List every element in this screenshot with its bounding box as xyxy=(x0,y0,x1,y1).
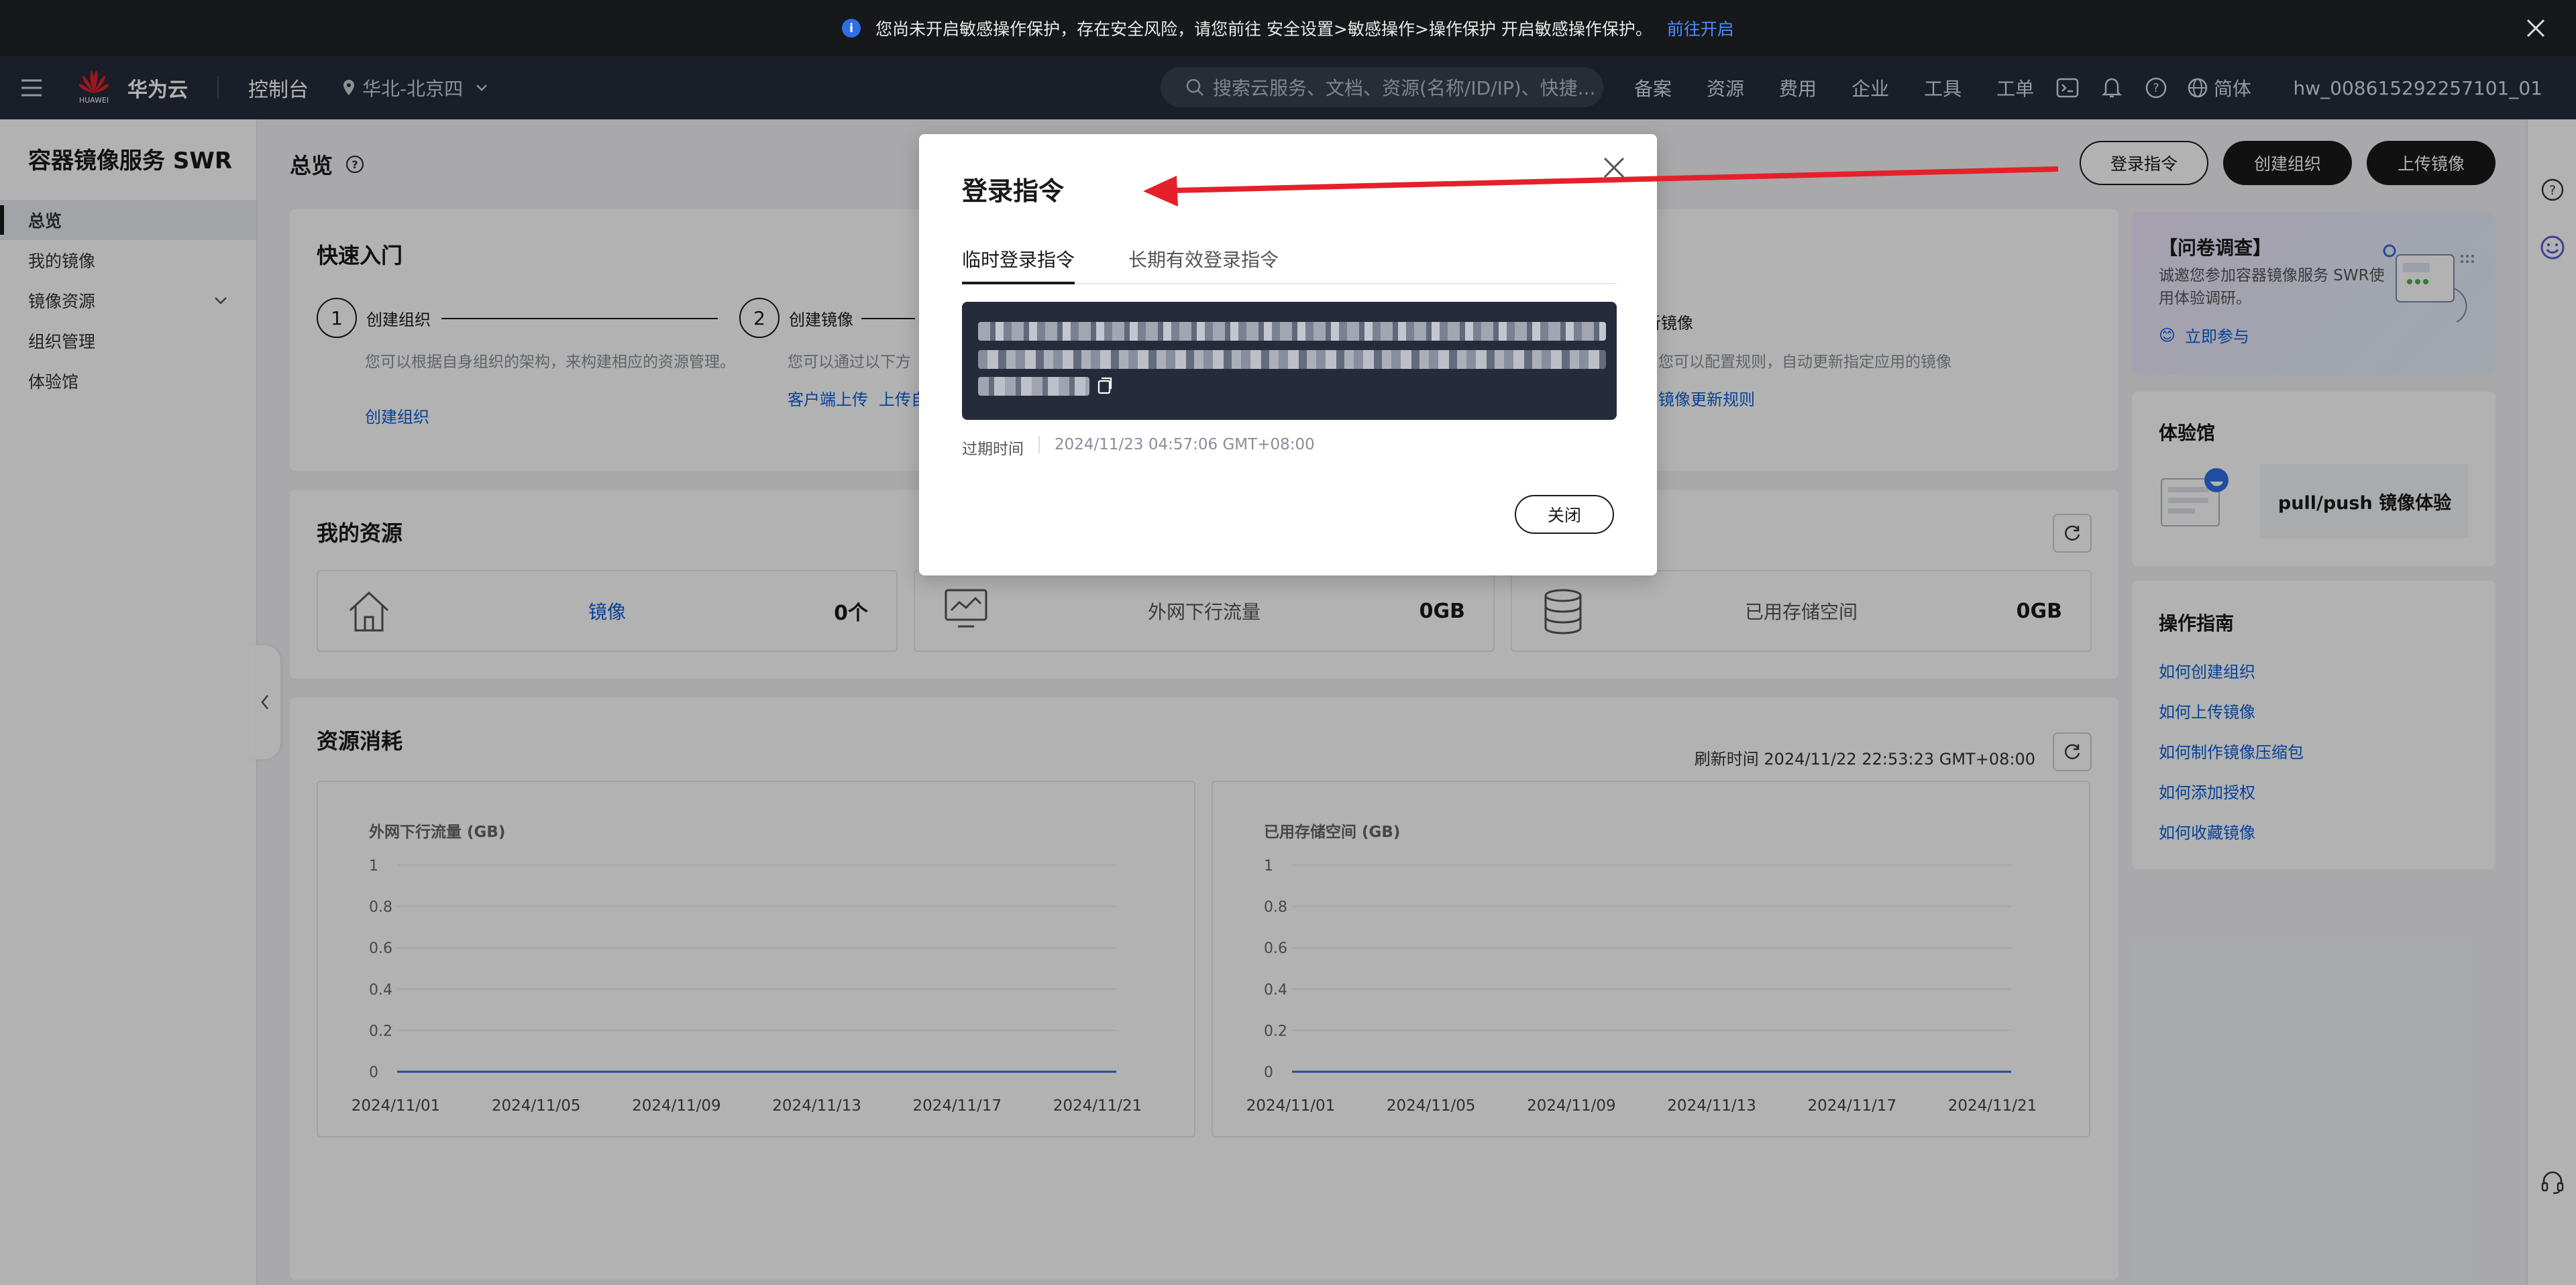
notice-text: 您尚未开启敏感操作保护，存在安全风险，请您前往 安全设置>敏感操作>操作保护 开… xyxy=(875,19,1652,39)
dialog-tabs: 临时登录指令 长期有效登录指令 xyxy=(962,245,1617,284)
dialog-title: 登录指令 xyxy=(962,176,1065,206)
divider xyxy=(1038,436,1040,453)
expire-label: 过期时间 xyxy=(962,441,1024,458)
blurred-command-line xyxy=(978,322,1606,341)
copy-icon[interactable] xyxy=(1093,376,1114,396)
security-notice-bar: i 您尚未开启敏感操作保护，存在安全风险，请您前往 安全设置>敏感操作>操作保护… xyxy=(0,0,2576,56)
tab-temporary-login[interactable]: 临时登录指令 xyxy=(962,245,1075,284)
login-command-box[interactable] xyxy=(962,302,1617,420)
info-icon: i xyxy=(842,19,861,38)
close-icon[interactable] xyxy=(2521,13,2551,43)
expire-value: 2024/11/23 04:57:06 GMT+08:00 xyxy=(1055,436,1315,453)
close-icon[interactable] xyxy=(1601,154,1627,181)
expire-info: 过期时间 2024/11/23 04:57:06 GMT+08:00 xyxy=(962,436,1315,459)
blurred-command-line xyxy=(978,377,1089,396)
close-button[interactable]: 关闭 xyxy=(1515,495,1614,534)
blurred-command-line xyxy=(978,350,1606,369)
login-command-dialog: 登录指令 临时登录指令 长期有效登录指令 过期时间 2024/11/23 04:… xyxy=(919,134,1657,575)
tab-long-term-login[interactable]: 长期有效登录指令 xyxy=(1128,245,1279,284)
notice-enable-link[interactable]: 前往开启 xyxy=(1667,16,1734,40)
